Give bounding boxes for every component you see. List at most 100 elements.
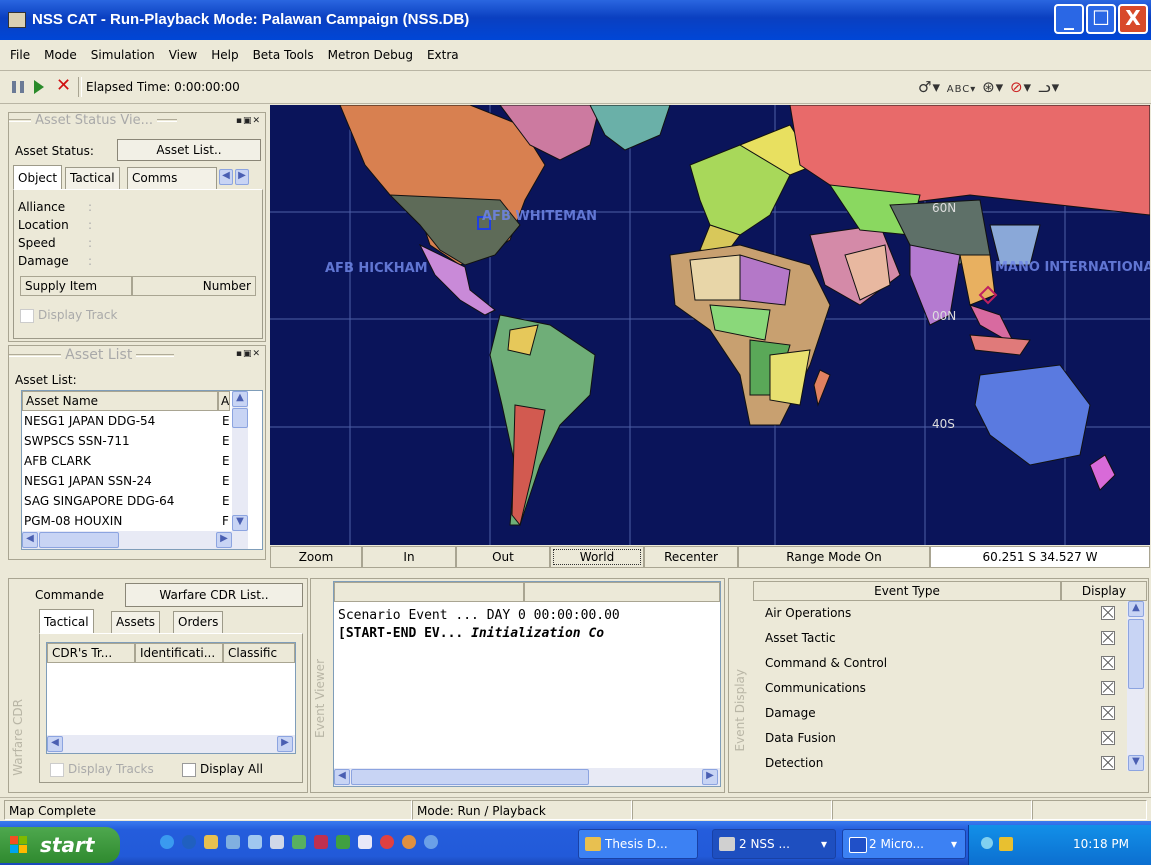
table-row[interactable]: AFB CLARK E (24, 451, 232, 471)
tab-scroll-left-icon[interactable]: ◀ (219, 169, 233, 185)
tab-orders[interactable]: Orders (173, 611, 224, 633)
event-line[interactable]: Scenario Event ... DAY 0 00:00:00.00 (338, 608, 620, 623)
line-tool-icon[interactable]: ᓗ▾ (1038, 78, 1060, 96)
list-item[interactable]: Asset Tactic (765, 626, 1125, 651)
app-icon[interactable] (380, 835, 394, 849)
table-row[interactable]: SAG SINGAPORE DDG-64 E (24, 491, 232, 511)
pause-icon[interactable] (12, 81, 24, 93)
scroll-right-icon[interactable]: ▶ (216, 532, 232, 548)
table-row[interactable]: NESG1 JAPAN SSN-24 E (24, 471, 232, 491)
event-col-2[interactable] (524, 582, 720, 602)
close-button[interactable]: X (1118, 4, 1148, 34)
event-col-1[interactable] (334, 582, 524, 602)
display-checkbox[interactable] (1101, 606, 1115, 620)
display-checkbox[interactable] (1101, 656, 1115, 670)
asset-status-caption[interactable]: Asset Status Vie... ▪▣✕ (9, 113, 265, 131)
table-row[interactable]: NESG1 JAPAN DDG-54 E (24, 411, 232, 431)
asset-list-button[interactable]: Asset List.. (117, 139, 261, 161)
task-nss[interactable]: 2 NSS ... ▾ (712, 829, 836, 859)
scroll-right-icon[interactable]: ▶ (277, 736, 293, 752)
menu-extra[interactable]: Extra (427, 48, 459, 62)
tab-object[interactable]: Object (13, 165, 63, 189)
identification-header[interactable]: Identificati... (135, 643, 223, 663)
list-item[interactable]: Data Fusion (765, 726, 1125, 751)
scroll-left-icon[interactable]: ◀ (47, 736, 63, 752)
classification-header[interactable]: Classific (223, 643, 295, 663)
scroll-up-icon[interactable]: ▲ (232, 391, 248, 407)
zoom-out-button[interactable]: Out (456, 546, 550, 568)
menu-metron-debug[interactable]: Metron Debug (328, 48, 413, 62)
menu-help[interactable]: Help (211, 48, 238, 62)
app-icon[interactable] (336, 835, 350, 849)
text-tool-icon[interactable]: ABC▾ (947, 84, 977, 95)
asset-a-header[interactable]: A (218, 391, 230, 411)
task-word[interactable]: 2 Micro... ▾ (842, 829, 966, 859)
display-header[interactable]: Display (1061, 581, 1147, 601)
no-tool-icon[interactable]: ⊘ (1010, 78, 1024, 96)
asset-list-vscroll[interactable]: ▲ ▼ (232, 391, 248, 531)
tab-tactical[interactable]: Tactical (65, 167, 120, 189)
pointer-tool-icon[interactable]: ♂▾ (918, 78, 941, 96)
scroll-thumb[interactable] (232, 408, 248, 428)
tab-assets[interactable]: Assets (111, 611, 161, 633)
event-line[interactable]: [START-END EV... Initialization Co (338, 626, 718, 641)
scroll-thumb[interactable] (351, 769, 589, 785)
network-icon[interactable] (248, 835, 262, 849)
world-button[interactable]: World (550, 546, 644, 568)
scroll-down-icon[interactable]: ▼ (232, 515, 248, 531)
menu-view[interactable]: View (169, 48, 197, 62)
desktop-icon[interactable] (270, 835, 284, 849)
media-icon[interactable] (314, 835, 328, 849)
supply-item-header[interactable]: Supply Item (20, 276, 132, 296)
list-item[interactable]: Detection (765, 751, 1125, 776)
display-checkbox[interactable] (1101, 631, 1115, 645)
drawing-tools[interactable]: ♂▾ ABC▾ ⊛▾ ⊘▾ ᓗ▾ (918, 78, 1060, 96)
clock[interactable]: 10:18 PM (1073, 837, 1129, 851)
browser-icon[interactable] (160, 835, 174, 849)
tool-icon[interactable] (292, 835, 306, 849)
tab-comms[interactable]: Comms (127, 167, 217, 189)
panel-window-buttons[interactable]: ▪▣✕ (236, 116, 261, 126)
document-icon[interactable] (226, 835, 240, 849)
tab-scroll-right-icon[interactable]: ▶ (235, 169, 249, 185)
table-row[interactable]: PGM-08 HOUXIN F (24, 511, 232, 531)
world-map[interactable]: AFB WHITEMAN AFB HICKHAM MANO INTERNATIO… (270, 105, 1150, 545)
scroll-right-icon[interactable]: ▶ (702, 769, 718, 785)
scroll-left-icon[interactable]: ◀ (22, 532, 38, 548)
cdr-tracks-header[interactable]: CDR's Tr... (47, 643, 135, 663)
scroll-up-icon[interactable]: ▲ (1128, 601, 1144, 617)
event-type-vscroll[interactable]: ▲ ▼ (1127, 601, 1145, 771)
table-row[interactable]: SWPSCS SSN-711 E (24, 431, 232, 451)
display-tracks-checkbox[interactable]: Display Tracks (50, 762, 154, 777)
list-item[interactable]: Command & Control (765, 651, 1125, 676)
play-icon[interactable] (34, 80, 44, 94)
maximize-button[interactable]: ☐ (1086, 4, 1116, 34)
event-hscroll[interactable]: ◀ ▶ (334, 768, 720, 786)
recenter-button[interactable]: Recenter (644, 546, 738, 568)
event-type-header[interactable]: Event Type (753, 581, 1061, 601)
start-button[interactable]: start (0, 827, 120, 863)
globe-tool-icon[interactable]: ⊛▾ (982, 78, 1004, 96)
list-item[interactable]: Damage (765, 701, 1125, 726)
tab-tactical[interactable]: Tactical (39, 609, 94, 633)
menu-simulation[interactable]: Simulation (91, 48, 155, 62)
asset-list-hscroll[interactable]: ◀ ▶ (22, 531, 248, 549)
display-checkbox[interactable] (1101, 731, 1115, 745)
scroll-left-icon[interactable]: ◀ (334, 769, 350, 785)
scroll-thumb[interactable] (39, 532, 119, 548)
search-icon[interactable] (424, 835, 438, 849)
app-icon[interactable] (402, 835, 416, 849)
zoom-in-button[interactable]: In (362, 546, 456, 568)
menu-beta-tools[interactable]: Beta Tools (253, 48, 314, 62)
list-item[interactable]: Air Operations (765, 601, 1125, 626)
task-thesis[interactable]: Thesis D... (578, 829, 698, 859)
warfare-cdr-list-button[interactable]: Warfare CDR List.. (125, 583, 303, 607)
scroll-thumb[interactable] (1128, 619, 1144, 689)
asset-list-caption[interactable]: Asset List ▪▣✕ (9, 346, 265, 365)
pen-tray-icon[interactable] (999, 837, 1013, 851)
network-tray-icon[interactable] (981, 837, 993, 849)
internet-icon[interactable] (182, 835, 196, 849)
range-mode-button[interactable]: Range Mode On (738, 546, 930, 568)
menu-file[interactable]: File (10, 48, 30, 62)
display-track-checkbox[interactable]: Display Track (20, 308, 117, 323)
